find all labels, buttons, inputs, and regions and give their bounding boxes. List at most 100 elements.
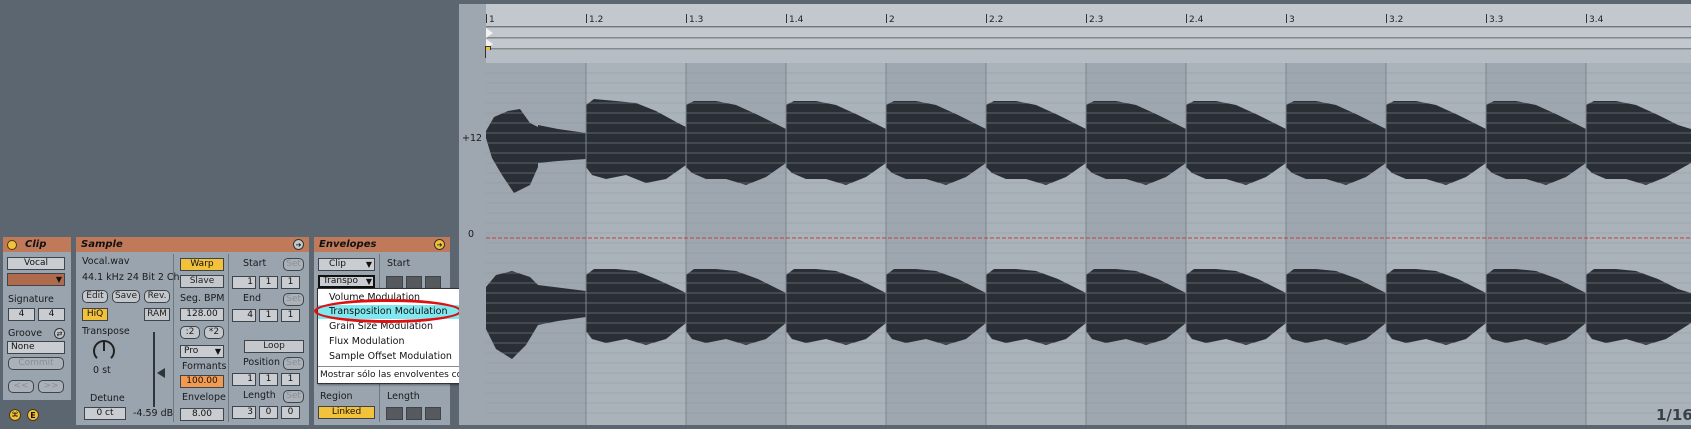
ruler-label: 2.4 [1189, 15, 1204, 25]
signature-denominator[interactable]: 4 [38, 308, 65, 321]
hot-swap-icon[interactable]: ⌘ [9, 409, 21, 421]
start-beat-field[interactable]: 1 [259, 276, 278, 289]
end-set-button[interactable]: Set [283, 293, 304, 306]
end-beat-field[interactable]: 1 [259, 309, 278, 322]
start-bar-field[interactable]: 1 [232, 276, 256, 289]
timeline-area: 1 1.2 1.3 1.4 2 2.2 2.3 2.4 3 3.2 3.3 3.… [459, 4, 1691, 425]
warp-mode-select[interactable]: Pro ▼ [180, 345, 224, 358]
end-label: End [243, 293, 262, 304]
groove-hot-swap-icon[interactable]: ⇄ [54, 328, 65, 339]
sample-panel-title: Sample [81, 239, 123, 250]
position-bar-field[interactable]: 1 [232, 373, 256, 386]
detune-field[interactable]: 0 ct [84, 407, 126, 420]
slave-button[interactable]: Slave [180, 275, 224, 288]
envelope-length-beat[interactable] [406, 407, 422, 420]
sample-panel: Sample ➔ Vocal.wav 44.1 kHz 24 Bit 2 Ch … [76, 237, 309, 425]
next-clip-button[interactable]: >> [38, 380, 64, 393]
halve-tempo-button[interactable]: :2 [180, 326, 200, 339]
commit-button[interactable]: Commit [8, 357, 64, 370]
envelope-control-select[interactable]: Transpo ▼ [318, 275, 375, 288]
ruler-label: 3.4 [1589, 15, 1604, 25]
length-beat-field[interactable]: 0 [259, 406, 278, 419]
signature-numerator[interactable]: 4 [8, 308, 35, 321]
ruler-tick [786, 14, 787, 23]
ruler-label: 1.3 [689, 15, 704, 25]
position-sixteenth-field[interactable]: 1 [281, 373, 300, 386]
loop-brace-bar[interactable] [486, 28, 1691, 38]
end-sixteenth-field[interactable]: 1 [281, 309, 300, 322]
linked-button[interactable]: Linked [318, 406, 375, 419]
formants-field[interactable]: 100.00 [180, 375, 224, 388]
envelope-label: Envelope [182, 392, 226, 403]
start-label: Start [243, 258, 267, 269]
length-set-button[interactable]: Set [283, 390, 304, 403]
start-sixteenth-field[interactable]: 1 [281, 276, 300, 289]
edit-button[interactable]: Edit [82, 290, 108, 303]
sample-separator-2 [228, 254, 229, 422]
end-bar-field[interactable]: 4 [232, 309, 256, 322]
ruler-label: 3 [1289, 15, 1295, 25]
volume-slider-track[interactable] [153, 332, 155, 407]
start-set-button[interactable]: Set [283, 258, 304, 271]
start-end-marker-bar[interactable] [486, 39, 1691, 49]
length-bar-field[interactable]: 3 [232, 406, 256, 419]
knob-indicator [103, 340, 105, 351]
volume-value: -4.59 dB [133, 408, 174, 419]
ruler-tick [1386, 14, 1387, 23]
prev-clip-button[interactable]: << [8, 380, 34, 393]
timeline-ruler[interactable]: 1 1.2 1.3 1.4 2 2.2 2.3 2.4 3 3.2 3.3 3.… [486, 4, 1691, 27]
chevron-down-icon: ▼ [214, 347, 221, 356]
clip-panel-title: Clip [25, 239, 47, 250]
formants-label: Formants [182, 361, 227, 372]
volume-slider-handle[interactable] [157, 368, 165, 378]
position-set-button[interactable]: Set [283, 357, 304, 370]
start-marker[interactable] [486, 28, 493, 38]
envelope-device-select[interactable]: Clip ▼ [318, 258, 375, 271]
ruler-label: 1.2 [589, 15, 604, 25]
ruler-label: 1.4 [789, 15, 804, 25]
envelopes-panel-title: Envelopes [319, 239, 377, 250]
sample-separator-1 [173, 254, 174, 422]
ruler-label: 1 [489, 15, 495, 25]
ruler-tick [1086, 14, 1087, 23]
ruler-tick [886, 14, 887, 23]
sample-panel-arrow-icon[interactable]: ➔ [293, 239, 304, 250]
save-button[interactable]: Save [112, 290, 140, 303]
clip-activator-icon[interactable] [7, 240, 17, 250]
envelope-length-bar[interactable] [386, 407, 403, 420]
zoom-level: 1/16 [1656, 406, 1691, 424]
hiq-button[interactable]: HiQ [82, 308, 108, 321]
ruler-label: 2.2 [989, 15, 1004, 25]
ruler-label: 3.3 [1489, 15, 1504, 25]
envelope-length-sixteenth[interactable] [425, 407, 441, 420]
e-icon[interactable]: E [27, 409, 39, 421]
loop-button[interactable]: Loop [244, 340, 304, 353]
warp-button[interactable]: Warp [180, 258, 224, 271]
transpose-knob[interactable] [93, 340, 115, 362]
groove-select[interactable]: None [7, 341, 65, 354]
clip-name-field[interactable]: Vocal [7, 257, 65, 270]
envelopes-panel-arrow-icon[interactable]: ➔ [434, 239, 445, 250]
y-axis-label-plus12: +12 [462, 133, 483, 144]
length-sixteenth-field[interactable]: 0 [281, 406, 300, 419]
position-beat-field[interactable]: 1 [259, 373, 278, 386]
waveform-display[interactable] [486, 63, 1691, 425]
detune-label: Detune [90, 393, 125, 404]
ruler-tick [486, 14, 487, 23]
double-tempo-button[interactable]: *2 [204, 326, 224, 339]
ram-button[interactable]: RAM [144, 308, 170, 321]
clip-panel: Clip Vocal ▼ Signature 4 4 Groove ⇄ None… [3, 237, 71, 400]
annotation-ellipse [314, 299, 462, 323]
clip-color-select[interactable]: ▼ [7, 273, 65, 286]
seg-bpm-field[interactable]: 128.00 [180, 308, 224, 321]
envelope-field[interactable]: 8.00 [180, 408, 224, 421]
seg-bpm-label: Seg. BPM [180, 293, 225, 304]
ruler-label: 3.2 [1389, 15, 1404, 25]
y-axis-label-zero: 0 [468, 229, 475, 240]
position-label: Position [243, 357, 280, 368]
reverse-button[interactable]: Rev. [144, 290, 170, 303]
scrub-strip[interactable] [486, 50, 1691, 63]
ruler-tick [1586, 14, 1587, 23]
groove-label: Groove [8, 328, 43, 339]
ruler-tick [1186, 14, 1187, 23]
